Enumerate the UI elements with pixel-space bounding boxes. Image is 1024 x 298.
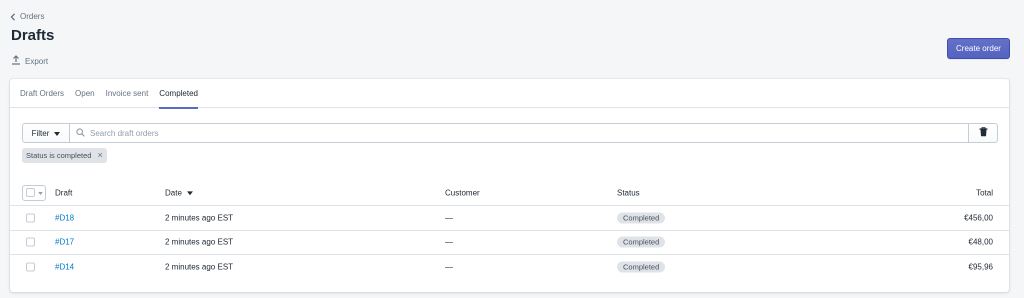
tab-label: Completed	[159, 89, 198, 98]
header-draft: Draft	[55, 188, 73, 197]
breadcrumb-label: Orders	[20, 12, 45, 21]
table-row[interactable]: #D17 2 minutes ago EST — Completed €48,0…	[10, 231, 1009, 255]
export-button[interactable]: Export	[11, 55, 48, 67]
draft-total: €456,00	[964, 213, 993, 223]
select-all-checkbox[interactable]	[26, 188, 35, 197]
tab-label: Open	[75, 89, 95, 98]
draft-customer: —	[445, 262, 453, 272]
tab-invoice-sent[interactable]: Invoice sent	[106, 79, 155, 108]
draft-link[interactable]: #D18	[55, 213, 74, 222]
row-checkbox[interactable]	[26, 213, 35, 223]
page-title: Drafts	[11, 27, 55, 44]
delete-button[interactable]	[969, 123, 998, 143]
search-input[interactable]	[90, 128, 968, 138]
tab-label: Invoice sent	[105, 89, 149, 98]
table-header: Draft Date Customer Status Total	[10, 180, 1009, 206]
header-date-sort[interactable]: Date	[165, 187, 194, 197]
drafts-card: Draft Orders Open Invoice sent Completed…	[10, 79, 1009, 292]
sort-desc-icon	[187, 188, 194, 197]
row-checkbox[interactable]	[26, 237, 35, 247]
header-total: Total	[976, 188, 993, 197]
breadcrumb[interactable]: Orders	[10, 12, 44, 21]
draft-date: 2 minutes ago EST	[165, 262, 234, 272]
draft-customer: —	[445, 237, 453, 247]
status-badge: Completed	[617, 212, 666, 224]
tab-label: Draft Orders	[20, 89, 65, 98]
filter-tag-label: Status is completed	[26, 151, 92, 160]
create-order-button[interactable]: Create order	[947, 38, 1010, 59]
filter-label: Filter	[31, 128, 50, 138]
draft-link[interactable]: #D17	[55, 238, 74, 247]
draft-customer: —	[445, 213, 453, 223]
status-badge: Completed	[617, 261, 666, 273]
table-row[interactable]: #D18 2 minutes ago EST — Completed €456,…	[10, 206, 1009, 231]
draft-date: 2 minutes ago EST	[165, 237, 234, 247]
caret-down-icon	[54, 129, 61, 138]
caret-down-icon	[38, 188, 43, 197]
trash-icon	[979, 127, 988, 139]
header-date: Date	[165, 187, 182, 197]
tab-open[interactable]: Open	[75, 79, 101, 108]
header-status: Status	[617, 188, 640, 197]
export-icon	[11, 55, 21, 67]
draft-link[interactable]: #D14	[55, 263, 74, 272]
status-badge: Completed	[617, 236, 666, 248]
filter-tag: Status is completed ×	[22, 148, 107, 163]
drafts-table: Draft Date Customer Status Total #D18 2 …	[10, 180, 1009, 280]
table-row[interactable]: #D14 2 minutes ago EST — Completed €95,9…	[10, 255, 1009, 280]
draft-date: 2 minutes ago EST	[165, 213, 234, 223]
filter-row: Filter	[22, 123, 998, 143]
tab-bar: Draft Orders Open Invoice sent Completed	[10, 79, 1009, 109]
draft-total: €95,96	[968, 262, 993, 272]
search-icon	[76, 127, 85, 139]
tab-completed[interactable]: Completed	[159, 79, 204, 109]
export-label: Export	[25, 56, 49, 66]
filter-button[interactable]: Filter	[22, 123, 70, 143]
search-box	[70, 123, 969, 143]
tab-draft-orders[interactable]: Draft Orders	[20, 79, 70, 108]
draft-total: €48,00	[968, 237, 993, 247]
remove-tag-icon[interactable]: ×	[97, 151, 102, 160]
header-customer: Customer	[445, 188, 480, 197]
chevron-left-icon	[10, 12, 16, 21]
row-checkbox[interactable]	[26, 262, 35, 272]
bulk-select[interactable]	[22, 184, 46, 201]
